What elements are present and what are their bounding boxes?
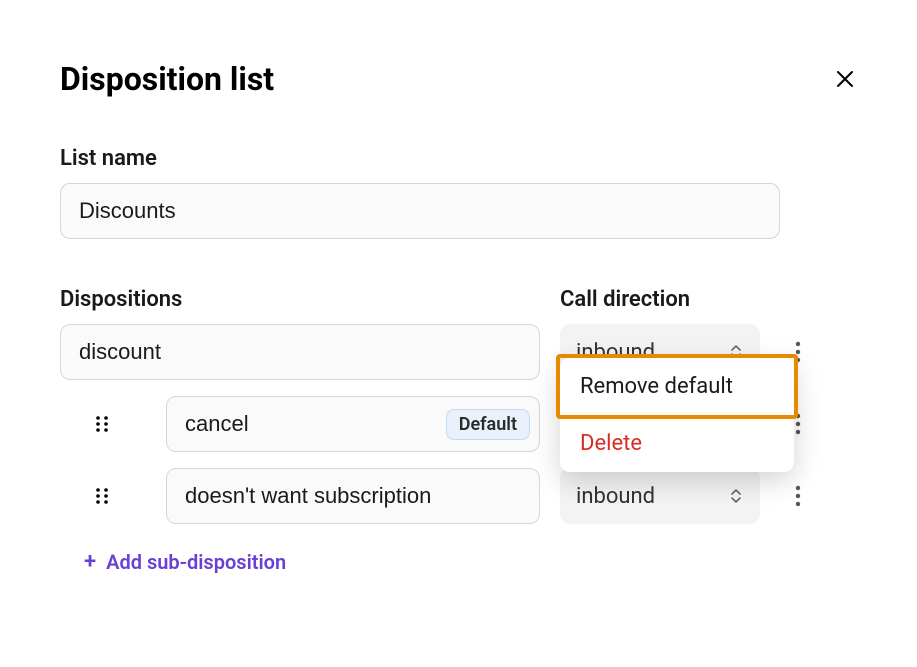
list-name-input[interactable] bbox=[60, 183, 780, 239]
plus-icon: + bbox=[84, 551, 96, 573]
close-icon bbox=[835, 69, 855, 89]
chevron-up-down-icon bbox=[728, 486, 744, 506]
dispositions-header: Dispositions bbox=[60, 287, 540, 312]
menu-item-delete[interactable]: Delete bbox=[560, 415, 794, 472]
call-direction-header: Call direction bbox=[560, 287, 760, 312]
disposition-name-input[interactable] bbox=[166, 468, 540, 524]
call-direction-value: inbound bbox=[576, 484, 728, 509]
add-sub-disposition-label: Add sub-disposition bbox=[106, 550, 286, 574]
context-menu: Remove default Delete bbox=[560, 358, 794, 472]
list-name-label: List name bbox=[60, 146, 857, 171]
row-more-button[interactable] bbox=[780, 478, 816, 514]
disposition-name-input[interactable] bbox=[60, 324, 540, 380]
drag-handle[interactable] bbox=[92, 488, 112, 504]
more-vertical-icon bbox=[795, 485, 801, 507]
disposition-row: Default inbound Remove default Delete bbox=[60, 396, 857, 452]
drag-handle-icon bbox=[94, 416, 110, 432]
drag-handle[interactable] bbox=[92, 416, 112, 432]
add-sub-disposition-button[interactable]: + Add sub-disposition bbox=[84, 550, 286, 574]
close-button[interactable] bbox=[833, 67, 857, 91]
menu-item-remove-default[interactable]: Remove default bbox=[560, 358, 794, 415]
default-badge: Default bbox=[446, 409, 530, 440]
drag-handle-icon bbox=[94, 488, 110, 504]
list-name-field: List name bbox=[60, 146, 857, 239]
disposition-row: inbound bbox=[60, 468, 857, 524]
call-direction-select[interactable]: inbound Remove default Delete bbox=[560, 396, 760, 452]
call-direction-select[interactable]: inbound bbox=[560, 468, 760, 524]
page-title: Disposition list bbox=[60, 60, 274, 98]
